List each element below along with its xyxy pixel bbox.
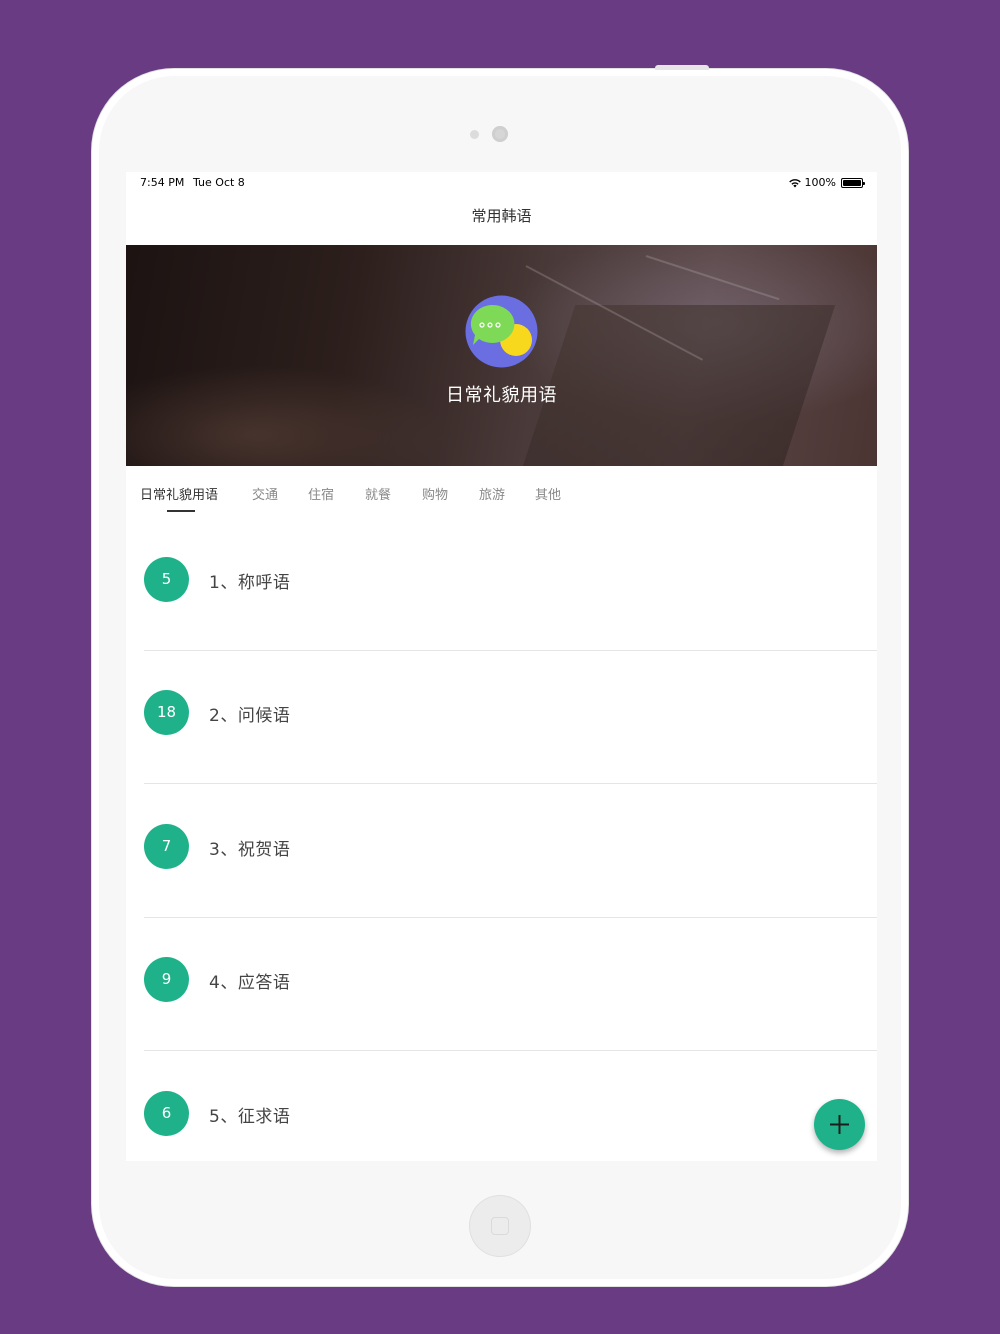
divider [144,1050,877,1051]
home-button-square [491,1217,509,1235]
tab-shopping[interactable]: 购物 [422,484,448,503]
count-badge: 7 [144,824,189,869]
battery-icon [841,177,865,188]
count-badge: 9 [144,957,189,1002]
device-top-button [655,65,709,70]
battery-fill [843,179,861,186]
list-item[interactable]: 7 3、祝贺语 [126,785,877,918]
list-item-label: 2、问候语 [209,706,291,726]
status-bar: 7:54 PM Tue Oct 8 100% [126,172,877,194]
list-item-label: 5、征求语 [209,1107,291,1127]
app-screen: 7:54 PM Tue Oct 8 100% 常用韩语 日常礼貌用语 日常礼貌用… [126,172,877,1161]
tab-dining[interactable]: 就餐 [365,484,391,503]
category-tabs: 日常礼貌用语 交通 住宿 就餐 购物 旅游 其他 [126,466,877,518]
list-item-label: 3、祝贺语 [209,840,291,860]
wifi-icon [788,179,801,188]
tab-transport[interactable]: 交通 [252,484,278,503]
tab-travel[interactable]: 旅游 [479,484,505,503]
list-item-label: 1、称呼语 [209,573,291,593]
header-banner: 日常礼貌用语 [126,245,877,466]
plus-icon [830,1115,849,1134]
status-time: 7:54 PM [140,176,185,189]
status-right: 100% [788,176,865,189]
active-tab-indicator [167,510,195,512]
count-badge: 6 [144,1091,189,1136]
tab-daily-courtesy[interactable]: 日常礼貌用语 [140,484,218,503]
count-badge: 5 [144,557,189,602]
device-sensor [470,130,479,139]
count-badge: 18 [144,690,189,735]
list-item-label: 4、应答语 [209,973,291,993]
status-date: Tue Oct 8 [193,176,245,189]
banner-title: 日常礼貌用语 [446,385,557,406]
chat-bubbles-icon [465,295,538,368]
divider [144,783,877,784]
page-title: 常用韩语 [471,207,532,225]
tab-other[interactable]: 其他 [535,484,561,503]
list-item[interactable]: 18 2、问候语 [126,651,877,784]
list-item[interactable]: 9 4、应答语 [126,918,877,1051]
device-camera [492,126,508,142]
tab-lodging[interactable]: 住宿 [308,484,334,503]
list-item[interactable]: 6 5、征求语 [126,1052,877,1161]
battery-percentage: 100% [804,176,836,189]
list-item[interactable]: 5 1、称呼语 [126,518,877,651]
add-button[interactable] [814,1099,865,1150]
